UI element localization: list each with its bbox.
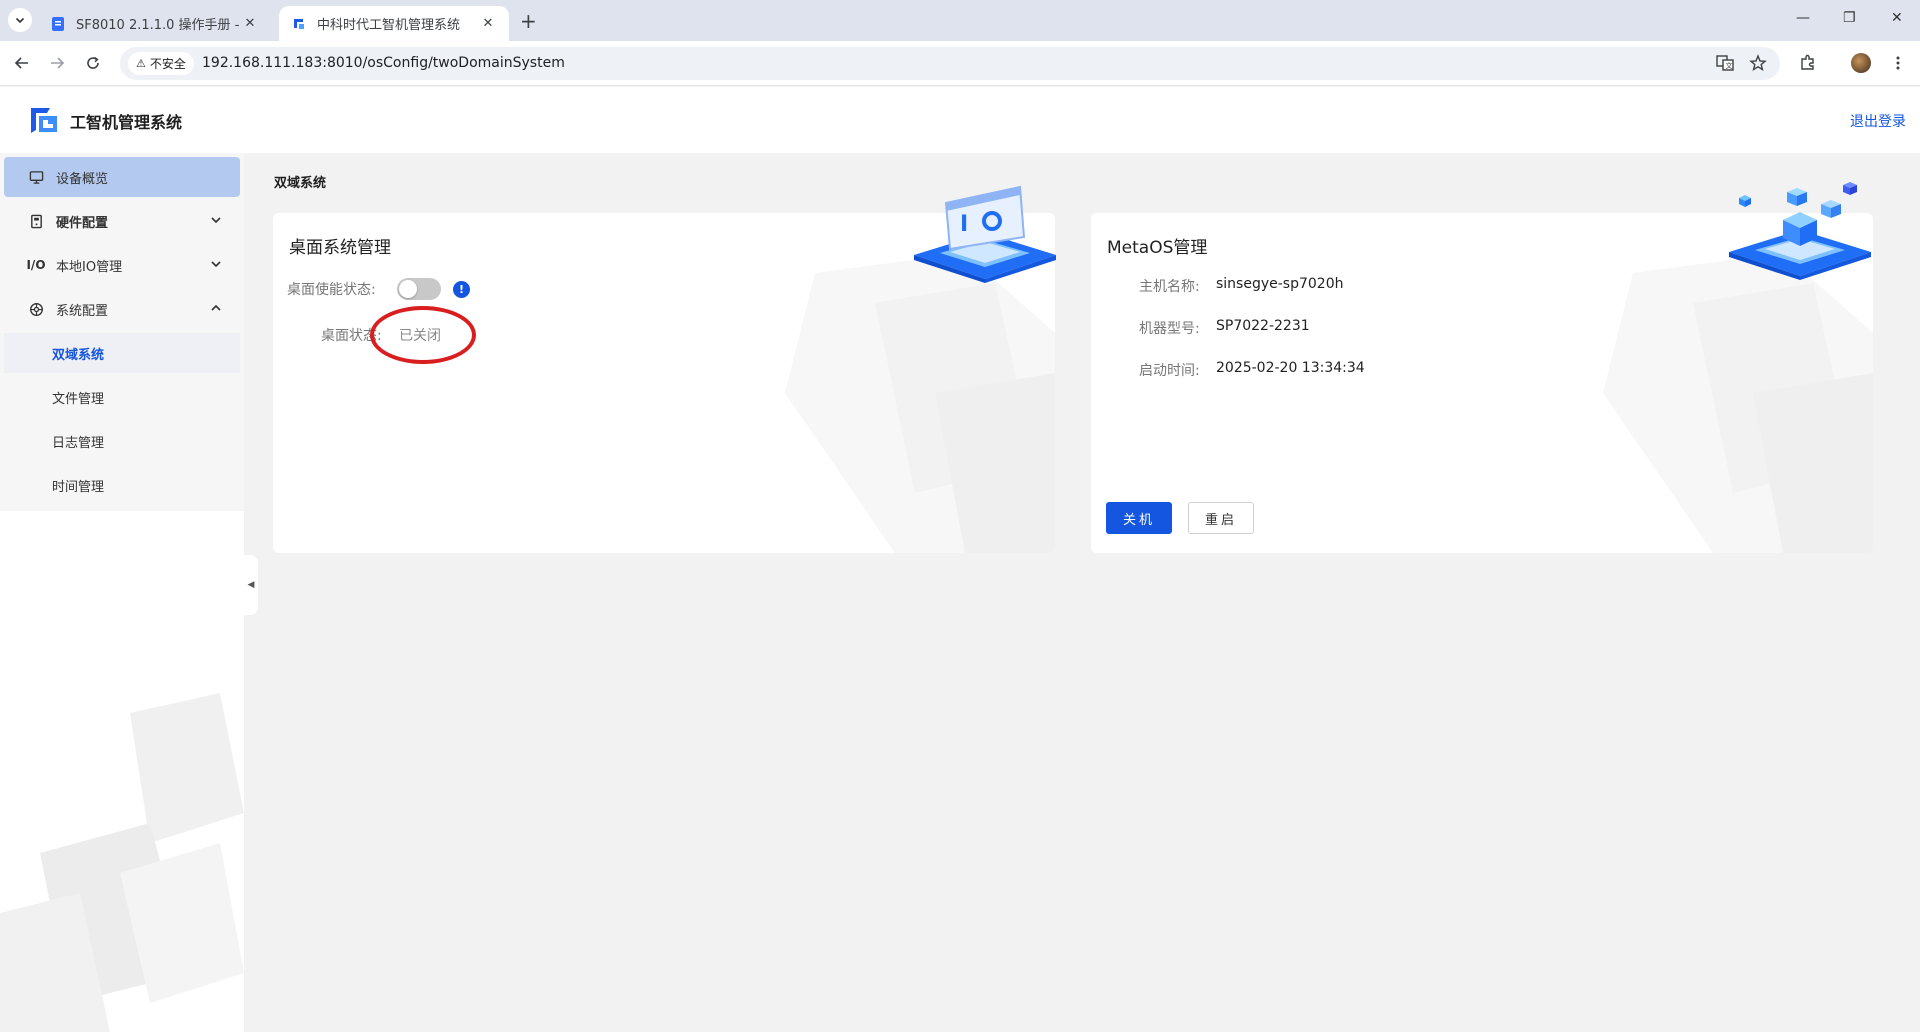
new-tab-icon[interactable]: + xyxy=(520,9,537,33)
bookmark-star-icon[interactable] xyxy=(1746,51,1770,75)
tab-list-button[interactable] xyxy=(8,8,32,32)
minimize-icon[interactable]: — xyxy=(1796,10,1810,26)
tab-title: 中科时代工智机管理系统 xyxy=(317,18,461,33)
sidebar-item-label: 设备概览 xyxy=(56,171,109,187)
info-icon[interactable]: ! xyxy=(453,281,470,298)
desktop-enable-toggle[interactable] xyxy=(397,278,441,300)
desktop-status-label: 桌面状态: xyxy=(321,328,382,344)
sidebar-decoration xyxy=(0,693,244,1032)
metaos-illustration xyxy=(1729,182,1871,280)
browser-tab-manual[interactable]: SF8010 2.1.1.0 操作手册 - 飞书 ✕ xyxy=(38,6,271,41)
restore-icon[interactable]: ❐ xyxy=(1843,10,1856,26)
sidebar-item-label: 硬件配置 xyxy=(56,215,109,231)
app-logo-icon xyxy=(294,18,304,29)
sidebar-item-hardware-config[interactable]: 硬件配置 xyxy=(4,201,240,241)
sidebar-subitem-label: 文件管理 xyxy=(52,391,105,407)
shutdown-button[interactable]: 关机 xyxy=(1106,502,1173,534)
forward-icon[interactable] xyxy=(45,51,69,75)
sidebar-subitem-label: 时间管理 xyxy=(52,479,105,495)
url-text[interactable]: 192.168.111.183:8010/osConfig/twoDomainS… xyxy=(202,55,565,71)
settings-icon xyxy=(28,301,44,317)
card-title: MetaOS管理 xyxy=(1107,238,1208,258)
sidebar-subitem-file-management[interactable]: 文件管理 xyxy=(4,377,240,417)
omnibox[interactable]: ⚠ 不安全 192.168.111.183:8010/osConfig/twoD… xyxy=(120,47,1780,80)
sidebar-menu: 设备概览 硬件配置 I/O 本地IO管理 系统配置 双域系统 文件管理 日志管理… xyxy=(0,153,244,511)
boot-time-label: 启动时间: xyxy=(1139,363,1200,379)
profile-avatar[interactable] xyxy=(1849,51,1873,75)
hostname-value: sinsegye-sp7020h xyxy=(1216,276,1344,292)
sidebar-collapse-handle[interactable]: ◀ xyxy=(244,555,258,615)
security-chip[interactable]: ⚠ 不安全 xyxy=(128,52,194,75)
sidebar-item-device-overview[interactable]: 设备概览 xyxy=(4,157,240,197)
translate-icon[interactable]: 文 xyxy=(1713,51,1737,75)
app-header: 工智机管理系统 退出登录 xyxy=(0,87,1920,153)
sidebar-subitem-time-management[interactable]: 时间管理 xyxy=(4,465,240,505)
browser-address-bar: ⚠ 不安全 192.168.111.183:8010/osConfig/twoD… xyxy=(0,41,1920,86)
sidebar-subitem-dual-domain[interactable]: 双域系统 xyxy=(4,333,240,373)
svg-text:I: I xyxy=(960,212,968,237)
close-tab-icon[interactable]: ✕ xyxy=(479,16,497,31)
card-title: 桌面系统管理 xyxy=(289,238,391,258)
sidebar-subitem-log-management[interactable]: 日志管理 xyxy=(4,421,240,461)
sidebar-subitem-label: 双域系统 xyxy=(52,347,105,363)
close-tab-icon[interactable]: ✕ xyxy=(241,16,259,31)
sidebar-item-local-io[interactable]: I/O 本地IO管理 xyxy=(4,245,240,285)
hardware-icon xyxy=(28,213,44,229)
io-icon: I/O xyxy=(26,258,46,272)
chevron-down-icon xyxy=(15,17,25,24)
sidebar-item-label: 本地IO管理 xyxy=(56,259,123,275)
security-label: 不安全 xyxy=(149,57,186,71)
chevron-down-icon xyxy=(211,217,221,224)
window-close-icon[interactable]: ✕ xyxy=(1891,10,1903,26)
desktop-enable-label: 桌面使能状态: xyxy=(287,282,376,298)
browser-tab-bar: SF8010 2.1.1.0 操作手册 - 飞书 ✕ 中科时代工智机管理系统 ✕… xyxy=(0,0,1920,41)
app-title: 工智机管理系统 xyxy=(70,113,183,132)
browser-tab-active[interactable]: 中科时代工智机管理系统 ✕ xyxy=(279,6,509,41)
reload-icon[interactable] xyxy=(81,51,105,75)
desktop-status-value: 已关闭 xyxy=(399,328,441,344)
sidebar-subitem-label: 日志管理 xyxy=(52,435,105,451)
logout-link[interactable]: 退出登录 xyxy=(1850,111,1906,131)
sidebar-item-label: 系统配置 xyxy=(56,303,109,319)
model-label: 机器型号: xyxy=(1139,321,1200,337)
chevron-down-icon xyxy=(211,261,221,268)
hostname-label: 主机名称: xyxy=(1139,279,1200,295)
svg-text:文: 文 xyxy=(1726,61,1733,70)
warning-icon: ⚠ xyxy=(136,57,146,70)
extensions-icon[interactable] xyxy=(1796,51,1820,75)
boot-time-value: 2025-02-20 13:34:34 xyxy=(1216,360,1365,376)
sidebar-item-system-config[interactable]: 系统配置 xyxy=(4,289,240,329)
sidebar: 设备概览 硬件配置 I/O 本地IO管理 系统配置 双域系统 文件管理 日志管理… xyxy=(0,153,244,1032)
browser-menu-icon[interactable] xyxy=(1886,51,1910,75)
tab-title: SF8010 2.1.1.0 操作手册 - 飞书 xyxy=(76,18,241,33)
desktop-illustration: I xyxy=(914,185,1056,283)
document-icon xyxy=(52,16,64,31)
back-icon[interactable] xyxy=(10,51,34,75)
restart-button[interactable]: 重启 xyxy=(1188,502,1255,534)
app-logo-icon xyxy=(31,108,57,133)
chevron-up-icon xyxy=(211,304,221,311)
monitor-icon xyxy=(28,169,44,185)
page-title: 双域系统 xyxy=(274,176,327,191)
model-value: SP7022-2231 xyxy=(1216,318,1310,334)
